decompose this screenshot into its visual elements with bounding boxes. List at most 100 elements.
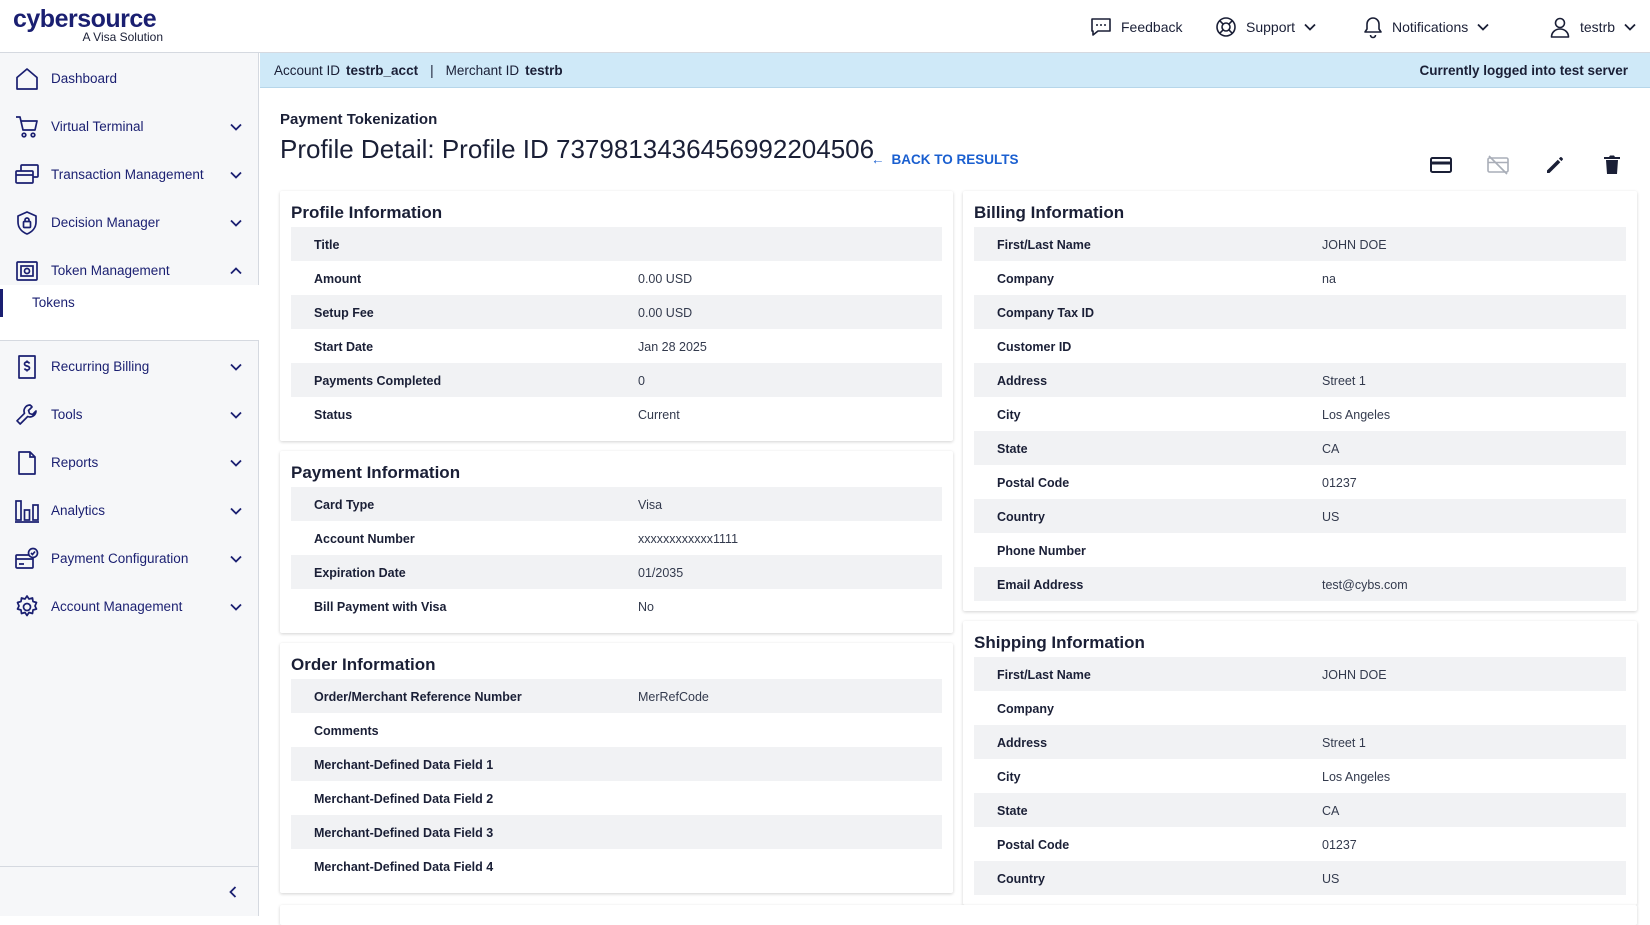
- gear-icon: [16, 595, 38, 617]
- row-value: 0.00 USD: [638, 306, 693, 320]
- row-label: Address: [997, 374, 1048, 388]
- detail-row: Account Number xxxxxxxxxxxx1111: [291, 521, 942, 555]
- row-label: Company: [997, 702, 1054, 716]
- sidebar-subitem-label: Tokens: [32, 295, 75, 310]
- detail-row: Merchant-Defined Data Field 4: [291, 849, 942, 883]
- row-value: CA: [1322, 442, 1340, 456]
- card-disabled-button[interactable]: [1483, 150, 1513, 180]
- detail-row: State CA: [974, 431, 1626, 465]
- order-info-rows: Order/Merchant Reference Number MerRefCod…: [291, 679, 942, 883]
- shipping-information-card: Shipping Information First/Last Name JOHN…: [963, 621, 1637, 905]
- detail-row: State CA: [974, 793, 1626, 827]
- payment-information-card: Payment Information Card Type Visa Accoun…: [280, 451, 953, 633]
- back-to-results-link[interactable]: ← BACK TO RESULTS: [871, 152, 1019, 167]
- row-label: First/Last Name: [997, 238, 1091, 252]
- row-value: JOHN DOE: [1322, 668, 1387, 682]
- notifications-menu[interactable]: Notifications: [1362, 14, 1490, 40]
- next-section-card: [280, 905, 1637, 925]
- top-header: cybersource A Visa Solution Feedback Sup…: [0, 0, 1650, 53]
- cybersource-logo[interactable]: cybersource A Visa Solution: [13, 6, 163, 44]
- sidebar-item-analytics[interactable]: Analytics: [0, 488, 259, 532]
- row-label: Comments: [314, 724, 379, 738]
- bar-chart-icon: [15, 500, 39, 523]
- row-label: Merchant-Defined Data Field 1: [314, 758, 494, 772]
- row-label: Customer ID: [997, 340, 1072, 354]
- sidebar-item-label: Transaction Management: [51, 166, 204, 182]
- detail-row: Payments Completed 0: [291, 363, 942, 397]
- sidebar-item-label: Dashboard: [51, 70, 118, 86]
- chevron-down-icon: [230, 171, 242, 179]
- logo-main-text: cybersource: [13, 5, 157, 33]
- feedback-button[interactable]: Feedback: [1089, 14, 1182, 40]
- detail-row: Email Address test@cybs.com: [974, 567, 1626, 601]
- sidebar-item-payment-configuration[interactable]: Payment Configuration: [0, 536, 259, 580]
- row-value: MerRefCode: [638, 690, 709, 704]
- billing-information-card: Billing Information First/Last Name JOHN …: [963, 191, 1637, 611]
- detail-row: Merchant-Defined Data Field 2: [291, 781, 942, 815]
- sidebar-item-dashboard[interactable]: Dashboard: [0, 56, 259, 100]
- user-menu[interactable]: testrb: [1548, 14, 1637, 40]
- row-label: Company: [997, 272, 1054, 286]
- row-label: Amount: [314, 272, 362, 286]
- chevron-down-icon: [230, 555, 242, 563]
- username-label: testrb: [1580, 19, 1616, 35]
- row-label: Postal Code: [997, 476, 1070, 490]
- detail-row: Card Type Visa: [291, 487, 942, 521]
- account-info-bar: Account ID testrb_acct | Merchant ID tes…: [260, 53, 1650, 88]
- sidebar-item-recurring-billing[interactable]: Recurring Billing: [0, 344, 259, 388]
- detail-row: Start Date Jan 28 2025: [291, 329, 942, 363]
- sidebar-nav: Dashboard Virtual Terminal Transaction M…: [0, 53, 259, 916]
- row-label: City: [997, 408, 1021, 422]
- detail-row: Amount 0.00 USD: [291, 261, 942, 295]
- merchant-id-label: Merchant ID: [445, 63, 520, 78]
- detail-row: Address Street 1: [974, 725, 1626, 759]
- token-icon: [16, 261, 38, 281]
- sidebar-item-label: Account Management: [51, 598, 183, 614]
- sidebar-item-reports[interactable]: Reports: [0, 440, 259, 484]
- sidebar-subitem-tokens[interactable]: Tokens: [0, 285, 259, 321]
- sidebar-item-decision-manager[interactable]: Decision Manager: [0, 200, 259, 244]
- row-value: Los Angeles: [1322, 770, 1391, 784]
- notifications-label: Notifications: [1392, 19, 1469, 35]
- detail-row: Order/Merchant Reference Number MerRefCod…: [291, 679, 942, 713]
- payment-info-rows: Card Type Visa Account Number xxxxxxxxxxxx…: [291, 487, 942, 623]
- card-title: Shipping Information: [974, 633, 1145, 652]
- sidebar-item-label: Decision Manager: [51, 214, 160, 230]
- detail-row: Country US: [974, 499, 1626, 533]
- collapse-sidebar-icon[interactable]: [226, 885, 240, 899]
- row-value: 01/2035: [638, 566, 684, 580]
- sidebar-item-tools[interactable]: Tools: [0, 392, 259, 436]
- delete-button[interactable]: [1597, 150, 1627, 180]
- row-value: Street 1: [1322, 374, 1366, 388]
- row-label: Country: [997, 872, 1045, 886]
- active-indicator: [0, 289, 3, 317]
- row-label: Bill Payment with Visa: [314, 600, 447, 614]
- detail-row: Setup Fee 0.00 USD: [291, 295, 942, 329]
- credit-card-off-icon: [1487, 155, 1509, 175]
- row-label: State: [997, 442, 1028, 456]
- profile-information-card: Profile Information Title Amount 0.00 USD…: [280, 191, 953, 441]
- detail-row: First/Last Name JOHN DOE: [974, 657, 1626, 691]
- arrow-left-icon: ←: [871, 152, 885, 167]
- detail-row: Status Current: [291, 397, 942, 431]
- main-content: Payment Tokenization Profile Detail: Pro…: [260, 88, 1650, 925]
- support-menu[interactable]: Support: [1214, 14, 1317, 40]
- sidebar-footer: [0, 866, 259, 916]
- row-label: First/Last Name: [997, 668, 1091, 682]
- row-label: Country: [997, 510, 1045, 524]
- row-value: xxxxxxxxxxxx1111: [638, 532, 739, 546]
- profile-info-rows: Title Amount 0.00 USD Setup Fee 0.00 USD S…: [291, 227, 942, 431]
- sidebar-item-virtual-terminal[interactable]: Virtual Terminal: [0, 104, 259, 148]
- card-title: Profile Information: [291, 203, 443, 222]
- shield-lock-icon: [17, 211, 37, 235]
- sidebar-item-account-management[interactable]: Account Management: [0, 584, 259, 628]
- row-value: US: [1322, 510, 1340, 524]
- detail-row: Company: [974, 691, 1626, 725]
- detail-row: Customer ID: [974, 329, 1626, 363]
- card-view-button[interactable]: [1426, 150, 1456, 180]
- sidebar-item-label: Reports: [51, 454, 99, 470]
- sidebar-item-transaction-management[interactable]: Transaction Management: [0, 152, 259, 196]
- edit-button[interactable]: [1540, 150, 1570, 180]
- row-label: Address: [997, 736, 1048, 750]
- row-value: Los Angeles: [1322, 408, 1391, 422]
